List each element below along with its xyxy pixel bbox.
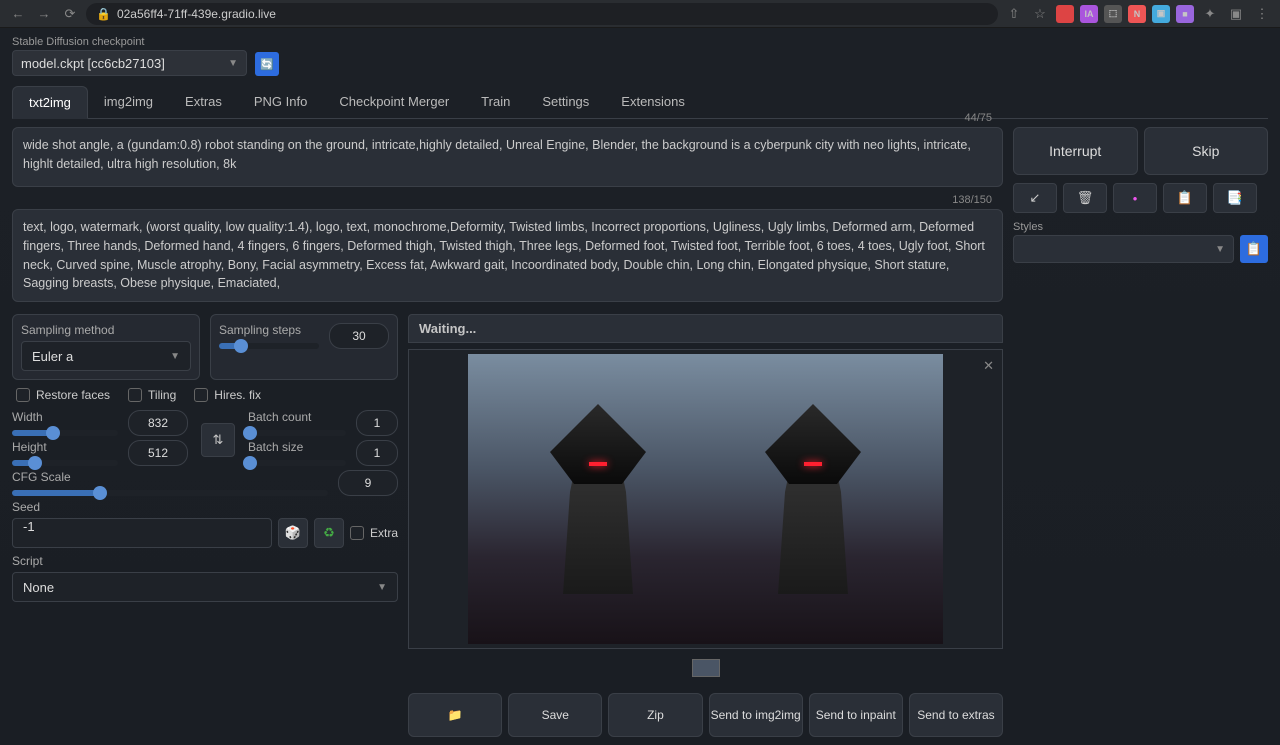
seed-input[interactable]: -1 <box>12 518 272 548</box>
tiling-checkbox[interactable]: Tiling <box>128 388 176 402</box>
prompt-input[interactable]: 44/75 wide shot angle, a (gundam:0.8) ro… <box>12 127 1003 187</box>
batch-count-slider[interactable] <box>248 430 346 436</box>
hires-fix-checkbox[interactable]: Hires. fix <box>194 388 261 402</box>
batch-count-label: Batch count <box>248 410 346 424</box>
open-folder-button[interactable]: 📁 <box>408 693 502 737</box>
styles-label: Styles <box>1013 221 1234 233</box>
send-extras-button[interactable]: Send to extras <box>909 693 1003 737</box>
script-label: Script <box>12 554 398 568</box>
url-text: 02a56ff4-71ff-439e.gradio.live <box>117 7 276 21</box>
swap-dimensions-button[interactable]: ⇅ <box>201 423 235 457</box>
prompt-token-count: 44/75 <box>964 112 992 124</box>
sampling-method-label: Sampling method <box>21 323 191 337</box>
thumbnail[interactable] <box>692 659 720 677</box>
sampling-steps-slider[interactable] <box>219 343 319 349</box>
file-button[interactable]: 📑 <box>1213 183 1257 213</box>
cfg-scale-slider[interactable] <box>12 490 328 496</box>
ext-icon-5[interactable]: ▣ <box>1152 5 1170 23</box>
result-image[interactable] <box>468 354 943 644</box>
skip-button[interactable]: Skip <box>1144 127 1269 175</box>
cfg-scale-label: CFG Scale <box>12 470 328 484</box>
styles-select[interactable]: ▼ <box>1013 235 1234 263</box>
tab-checkpoint-merger[interactable]: Checkpoint Merger <box>323 86 465 118</box>
random-seed-button[interactable]: 🎲 <box>278 518 308 548</box>
clipboard-button[interactable]: 📋 <box>1163 183 1207 213</box>
reuse-seed-button[interactable]: ♻ <box>314 518 344 548</box>
interrupt-button[interactable]: Interrupt <box>1013 127 1138 175</box>
menu-icon[interactable]: ⋮ <box>1252 4 1272 24</box>
send-img2img-button[interactable]: Send to img2img <box>709 693 803 737</box>
reload-icon[interactable]: ⟳ <box>60 4 80 24</box>
ext-icon-2[interactable]: IA <box>1080 5 1098 23</box>
ext-icon-6[interactable]: ■ <box>1176 5 1194 23</box>
forward-icon[interactable]: → <box>34 4 54 24</box>
seed-label: Seed <box>12 500 398 514</box>
save-button[interactable]: Save <box>508 693 602 737</box>
sampling-steps-label: Sampling steps <box>219 323 319 337</box>
negative-prompt-input[interactable]: 138/150 text, logo, watermark, (worst qu… <box>12 209 1003 302</box>
negative-token-count: 138/150 <box>952 194 992 206</box>
tab-txt2img[interactable]: txt2img <box>12 86 88 119</box>
negative-prompt-text: text, logo, watermark, (worst quality, l… <box>23 218 992 293</box>
panel-icon[interactable]: ▣ <box>1226 4 1246 24</box>
restore-faces-checkbox[interactable]: Restore faces <box>16 388 110 402</box>
checkpoint-label: Stable Diffusion checkpoint <box>12 36 247 48</box>
chevron-down-icon: ▼ <box>1215 244 1225 255</box>
sampling-method-select[interactable]: Euler a ▼ <box>21 341 191 371</box>
tab-pnginfo[interactable]: PNG Info <box>238 86 323 118</box>
output-image-area: ✕ <box>408 349 1003 649</box>
output-status: Waiting... <box>408 314 1003 343</box>
script-select[interactable]: None ▼ <box>12 572 398 602</box>
chevron-down-icon: ▼ <box>377 582 387 593</box>
url-bar[interactable]: 🔒 02a56ff4-71ff-439e.gradio.live <box>86 3 998 25</box>
arrow-button[interactable]: ↙ <box>1013 183 1057 213</box>
trash-button[interactable]: 🗑 <box>1063 183 1107 213</box>
tab-train[interactable]: Train <box>465 86 526 118</box>
refresh-checkpoint-button[interactable]: 🔄 <box>255 52 279 76</box>
tab-settings[interactable]: Settings <box>526 86 605 118</box>
height-label: Height <box>12 440 118 454</box>
batch-size-value[interactable]: 1 <box>356 440 398 466</box>
cfg-scale-value[interactable]: 9 <box>338 470 398 496</box>
width-value[interactable]: 832 <box>128 410 188 436</box>
ext-icon-4[interactable]: N <box>1128 5 1146 23</box>
send-inpaint-button[interactable]: Send to inpaint <box>809 693 903 737</box>
checkpoint-select[interactable]: model.ckpt [cc6cb27103] ▼ <box>12 50 247 76</box>
chevron-down-icon: ▼ <box>228 58 238 69</box>
apply-style-button[interactable]: 📋 <box>1240 235 1268 263</box>
dot-button[interactable]: • <box>1113 183 1157 213</box>
width-slider[interactable] <box>12 430 118 436</box>
back-icon[interactable]: ← <box>8 4 28 24</box>
ext-icon-1[interactable] <box>1056 5 1074 23</box>
sampling-steps-value[interactable]: 30 <box>329 323 389 349</box>
lock-icon: 🔒 <box>96 7 111 21</box>
extensions-icon[interactable]: ✦ <box>1200 4 1220 24</box>
main-tabs: txt2img img2img Extras PNG Info Checkpoi… <box>12 86 1268 119</box>
close-icon[interactable]: ✕ <box>983 358 994 374</box>
batch-size-label: Batch size <box>248 440 346 454</box>
zip-button[interactable]: Zip <box>608 693 702 737</box>
height-slider[interactable] <box>12 460 118 466</box>
share-icon[interactable]: ⇧ <box>1004 4 1024 24</box>
tab-img2img[interactable]: img2img <box>88 86 169 118</box>
seed-extra-checkbox[interactable]: Extra <box>350 526 398 540</box>
batch-count-value[interactable]: 1 <box>356 410 398 436</box>
browser-bar: ← → ⟳ 🔒 02a56ff4-71ff-439e.gradio.live ⇧… <box>0 0 1280 28</box>
width-label: Width <box>12 410 118 424</box>
star-icon[interactable]: ☆ <box>1030 4 1050 24</box>
height-value[interactable]: 512 <box>128 440 188 466</box>
tab-extras[interactable]: Extras <box>169 86 238 118</box>
tab-extensions[interactable]: Extensions <box>605 86 701 118</box>
prompt-text: wide shot angle, a (gundam:0.8) robot st… <box>23 136 992 174</box>
ext-icon-3[interactable]: ⬚ <box>1104 5 1122 23</box>
batch-size-slider[interactable] <box>248 460 346 466</box>
chevron-down-icon: ▼ <box>170 351 180 362</box>
